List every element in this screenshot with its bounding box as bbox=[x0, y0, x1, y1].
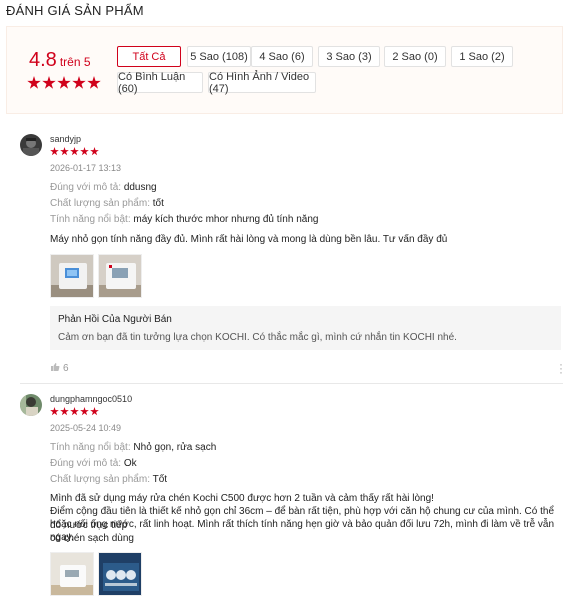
filter-2-star-button[interactable]: 2 Sao (0) bbox=[384, 46, 446, 67]
star-icon bbox=[87, 76, 101, 89]
review-attribute: Tính năng nổi bật: Nhỏ gọn, rửa sạch bbox=[50, 442, 217, 453]
seller-reply: Phản Hồi Của Người Bán Cảm ơn bạn đã tin… bbox=[50, 306, 561, 350]
filter-5-star-button[interactable]: 5 Sao (108) bbox=[187, 46, 251, 67]
star-icon bbox=[80, 407, 89, 416]
review-image[interactable] bbox=[98, 552, 142, 596]
review-username: dungphamngoc0510 bbox=[50, 394, 133, 404]
like-button[interactable]: 6 bbox=[50, 362, 69, 375]
review-divider bbox=[20, 383, 563, 384]
avatar[interactable] bbox=[20, 134, 42, 156]
filter-3-star-button[interactable]: 3 Sao (3) bbox=[318, 46, 380, 67]
star-icon bbox=[90, 407, 99, 416]
review-attribute: Chất lượng sản phẩm: Tốt bbox=[50, 474, 168, 485]
review-image[interactable] bbox=[50, 254, 94, 298]
star-icon bbox=[57, 76, 71, 89]
score-out-of: trên 5 bbox=[59, 55, 91, 69]
review-attribute: Chất lượng sản phẩm: tốt bbox=[50, 198, 164, 209]
review-attribute: Đúng với mô tả: Ok bbox=[50, 458, 137, 469]
star-icon bbox=[50, 407, 59, 416]
score-value: 4.8 bbox=[29, 49, 57, 71]
review-text: Máy nhỏ gọn tính năng đầy đủ. Mình rất h… bbox=[50, 234, 448, 245]
review-item: dungphamngoc0510 2025-05-24 10:49 Tính n… bbox=[20, 394, 563, 600]
star-icon bbox=[80, 147, 89, 156]
star-icon bbox=[27, 76, 41, 89]
avatar[interactable] bbox=[20, 394, 42, 416]
average-score: 4.8 trên 5 bbox=[29, 49, 91, 72]
filter-all-button[interactable]: Tất Cả bbox=[117, 46, 181, 67]
review-attribute: Đúng với mô tả: ddusng bbox=[50, 182, 157, 193]
thumbs-up-icon bbox=[50, 362, 60, 375]
filter-4-star-button[interactable]: 4 Sao (6) bbox=[251, 46, 313, 67]
star-icon bbox=[50, 147, 59, 156]
review-text: hoặc nối ống nước, rất linh hoạt. Mình r… bbox=[50, 519, 555, 544]
review-item: sandyjp 2026-01-17 13:13 Đúng với mô tả:… bbox=[20, 134, 563, 378]
summary-stars bbox=[27, 76, 101, 90]
star-icon bbox=[70, 407, 79, 416]
review-username: sandyjp bbox=[50, 134, 82, 144]
page-title: ĐÁNH GIÁ SẢN PHẨM bbox=[6, 3, 144, 18]
star-icon bbox=[60, 407, 69, 416]
seller-reply-text: Cảm ơn bạn đã tin tưởng lựa chọn KOCHI. … bbox=[58, 332, 457, 343]
review-image[interactable] bbox=[50, 552, 94, 596]
review-image[interactable] bbox=[98, 254, 142, 298]
filter-with-comment-button[interactable]: Có Bình Luận (60) bbox=[117, 71, 203, 95]
rating-summary: 4.8 trên 5 Tất Cả 5 Sao (108) 4 Sao (6) 3… bbox=[6, 26, 563, 114]
review-attribute: Tính năng nổi bật: máy kích thước mhor n… bbox=[50, 214, 319, 225]
star-icon bbox=[72, 76, 86, 89]
review-stars bbox=[50, 147, 99, 156]
star-icon bbox=[90, 147, 99, 156]
filter-with-media-button[interactable]: Có Hình Ảnh / Video (47) bbox=[208, 71, 316, 95]
star-icon bbox=[70, 147, 79, 156]
review-text: Mình đã sử dụng máy rửa chén Kochi C500 … bbox=[50, 493, 434, 504]
seller-reply-title: Phản Hồi Của Người Bán bbox=[58, 314, 172, 325]
review-date: 2025-05-24 10:49 bbox=[50, 423, 122, 433]
more-options-icon[interactable]: · · · bbox=[559, 358, 563, 378]
filter-1-star-button[interactable]: 1 Sao (2) bbox=[451, 46, 513, 67]
review-date: 2026-01-17 13:13 bbox=[50, 163, 122, 173]
review-stars bbox=[50, 407, 99, 416]
star-icon bbox=[42, 76, 56, 89]
like-count: 6 bbox=[63, 363, 69, 374]
review-text: ngay. bbox=[50, 532, 74, 543]
star-icon bbox=[60, 147, 69, 156]
